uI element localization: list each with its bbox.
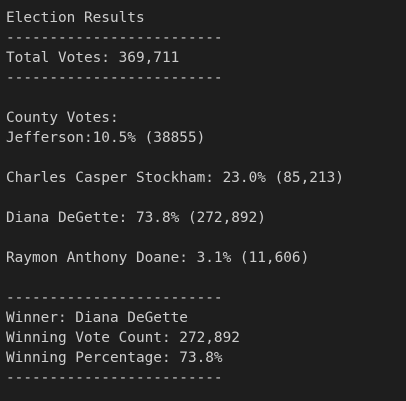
divider-top: ------------------------- xyxy=(6,30,223,46)
winning-vote-count-line: Winning Vote Count: 272,892 xyxy=(6,330,240,346)
candidate-line: Raymon Anthony Doane: 3.1% (11,606) xyxy=(6,250,310,266)
candidate-line: Diana DeGette: 73.8% (272,892) xyxy=(6,210,266,226)
divider-after-total: ------------------------- xyxy=(6,70,223,86)
terminal-output: Election Results -----------------------… xyxy=(6,8,402,388)
divider-bottom: ------------------------- xyxy=(6,370,223,386)
county-line-jefferson: Jefferson:10.5% (38855) xyxy=(6,130,206,146)
county-votes-header: County Votes: xyxy=(6,110,119,126)
candidate-line: Charles Casper Stockham: 23.0% (85,213) xyxy=(6,170,344,186)
winning-percentage-line: Winning Percentage: 73.8% xyxy=(6,350,223,366)
divider-before-winner: ------------------------- xyxy=(6,290,223,306)
winner-line: Winner: Diana DeGette xyxy=(6,310,188,326)
total-votes-line: Total Votes: 369,711 xyxy=(6,50,180,66)
results-title: Election Results xyxy=(6,10,145,26)
